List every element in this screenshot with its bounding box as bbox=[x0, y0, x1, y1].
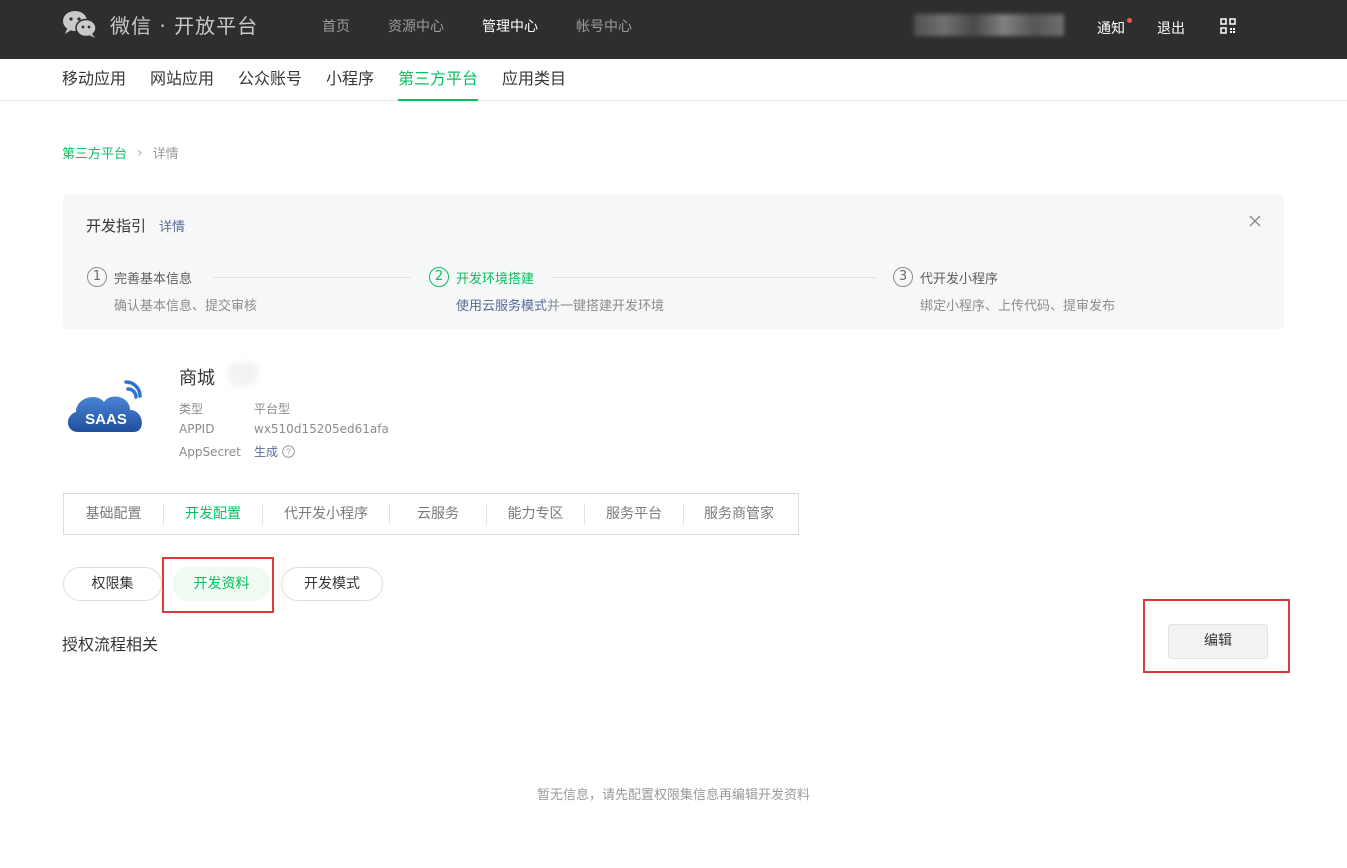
type-label: 类型 bbox=[179, 402, 204, 416]
app-name: 商城 bbox=[179, 368, 215, 389]
guide-detail-link[interactable]: 详情 bbox=[159, 216, 185, 235]
wechat-icon bbox=[63, 11, 97, 38]
appid-value: wx510d15205ed61afa bbox=[254, 422, 389, 436]
subnav-website-app[interactable]: 网站应用 bbox=[150, 59, 214, 101]
appid-label: APPID bbox=[179, 422, 215, 436]
info-row-type: 类型 平台型 bbox=[179, 400, 290, 417]
notice-label: 通知 bbox=[1097, 21, 1125, 37]
step-desc: 确认基本信息、提交审核 bbox=[114, 299, 258, 314]
guide-title: 开发指引 bbox=[86, 217, 147, 235]
generate-secret-link[interactable]: 生成 bbox=[254, 443, 278, 460]
subnav-app-category[interactable]: 应用类目 bbox=[502, 59, 566, 101]
dev-guide-panel: 开发指引 详情 1 完善基本信息 确认基本信息、提交审核 2 开发环境搭建 使用… bbox=[63, 194, 1284, 329]
svg-text:?: ? bbox=[286, 447, 291, 457]
breadcrumb-current: 详情 bbox=[152, 147, 179, 162]
step-title: 完善基本信息 bbox=[114, 272, 193, 287]
nav-management[interactable]: 管理中心 bbox=[482, 16, 538, 36]
edit-button[interactable]: 编辑 bbox=[1168, 624, 1268, 659]
step-connector bbox=[213, 277, 411, 278]
notice-link[interactable]: 通知 bbox=[1097, 18, 1132, 38]
step-title: 代开发小程序 bbox=[920, 272, 999, 287]
subnav-official-account[interactable]: 公众账号 bbox=[238, 59, 302, 101]
close-icon[interactable] bbox=[1248, 214, 1262, 228]
app-logo-text: SAAS bbox=[85, 411, 127, 428]
tab-dev-config[interactable]: 开发配置 bbox=[164, 503, 263, 525]
step-number: 1 bbox=[87, 267, 107, 287]
tab-cloud-service[interactable]: 云服务 bbox=[390, 503, 487, 525]
subnav-miniprogram[interactable]: 小程序 bbox=[326, 59, 374, 101]
breadcrumb-chevron-icon: › bbox=[137, 144, 143, 161]
tab-dev-miniprogram[interactable]: 代开发小程序 bbox=[263, 503, 390, 525]
step-title: 开发环境搭建 bbox=[456, 272, 535, 287]
type-value: 平台型 bbox=[254, 402, 291, 416]
app-logo: SAAS bbox=[67, 380, 142, 432]
tab-capability-zone[interactable]: 能力专区 bbox=[487, 503, 585, 525]
user-account-blurred[interactable] bbox=[914, 14, 1064, 36]
appsecret-label: AppSecret bbox=[179, 444, 241, 459]
app-name-blurred bbox=[228, 362, 258, 386]
pill-dev-mode[interactable]: 开发模式 bbox=[281, 567, 383, 601]
breadcrumb-parent[interactable]: 第三方平台 bbox=[62, 143, 127, 162]
empty-state-tip: 暂无信息，请先配置权限集信息再编辑开发资料 bbox=[536, 788, 810, 803]
info-row-appid: APPID wx510d15205ed61afa bbox=[179, 422, 389, 436]
logout-link[interactable]: 退出 bbox=[1157, 18, 1185, 38]
nav-home[interactable]: 首页 bbox=[322, 16, 350, 36]
step-desc-text: 并一键搭建开发环境 bbox=[547, 299, 665, 314]
wechat-logo[interactable]: 微信 · 开放平台 bbox=[62, 8, 258, 40]
breadcrumb: 第三方平台 › 详情 bbox=[62, 143, 179, 163]
step-connector bbox=[551, 277, 876, 278]
qrcode-icon[interactable] bbox=[1220, 18, 1236, 34]
top-header: 微信 · 开放平台 首页 资源中心 管理中心 帐号中心 通知 退出 bbox=[0, 0, 1347, 59]
help-icon[interactable]: ? bbox=[282, 445, 295, 458]
section-title: 授权流程相关 bbox=[62, 635, 159, 654]
tab-service-manager[interactable]: 服务商管家 bbox=[684, 503, 794, 525]
pill-dev-info[interactable]: 开发资料 bbox=[172, 567, 271, 601]
info-row-appsecret: AppSecret 生成 ? bbox=[179, 443, 295, 460]
top-nav: 首页 资源中心 管理中心 帐号中心 bbox=[322, 0, 670, 52]
step-number: 3 bbox=[893, 267, 913, 287]
subnav-mobile-app[interactable]: 移动应用 bbox=[62, 59, 126, 101]
step-desc: 绑定小程序、上传代码、提审发布 bbox=[920, 299, 1116, 314]
step-desc: 使用云服务模式并一键搭建开发环境 bbox=[456, 295, 664, 314]
config-tabs: 基础配置 开发配置 代开发小程序 云服务 能力专区 服务平台 服务商管家 bbox=[63, 493, 799, 535]
cloud-service-mode-link[interactable]: 使用云服务模式 bbox=[456, 299, 547, 314]
tab-basic-config[interactable]: 基础配置 bbox=[64, 503, 164, 525]
tab-service-platform[interactable]: 服务平台 bbox=[585, 503, 684, 525]
pill-permission-set[interactable]: 权限集 bbox=[63, 567, 162, 601]
step-number: 2 bbox=[429, 267, 449, 287]
notice-dot-icon bbox=[1127, 18, 1132, 23]
sub-nav: 移动应用 网站应用 公众账号 小程序 第三方平台 应用类目 bbox=[0, 59, 1347, 101]
nav-resources[interactable]: 资源中心 bbox=[388, 16, 444, 36]
subnav-third-party[interactable]: 第三方平台 bbox=[398, 59, 479, 101]
nav-account[interactable]: 帐号中心 bbox=[576, 16, 632, 36]
logo-text: 微信 · 开放平台 bbox=[110, 13, 259, 38]
